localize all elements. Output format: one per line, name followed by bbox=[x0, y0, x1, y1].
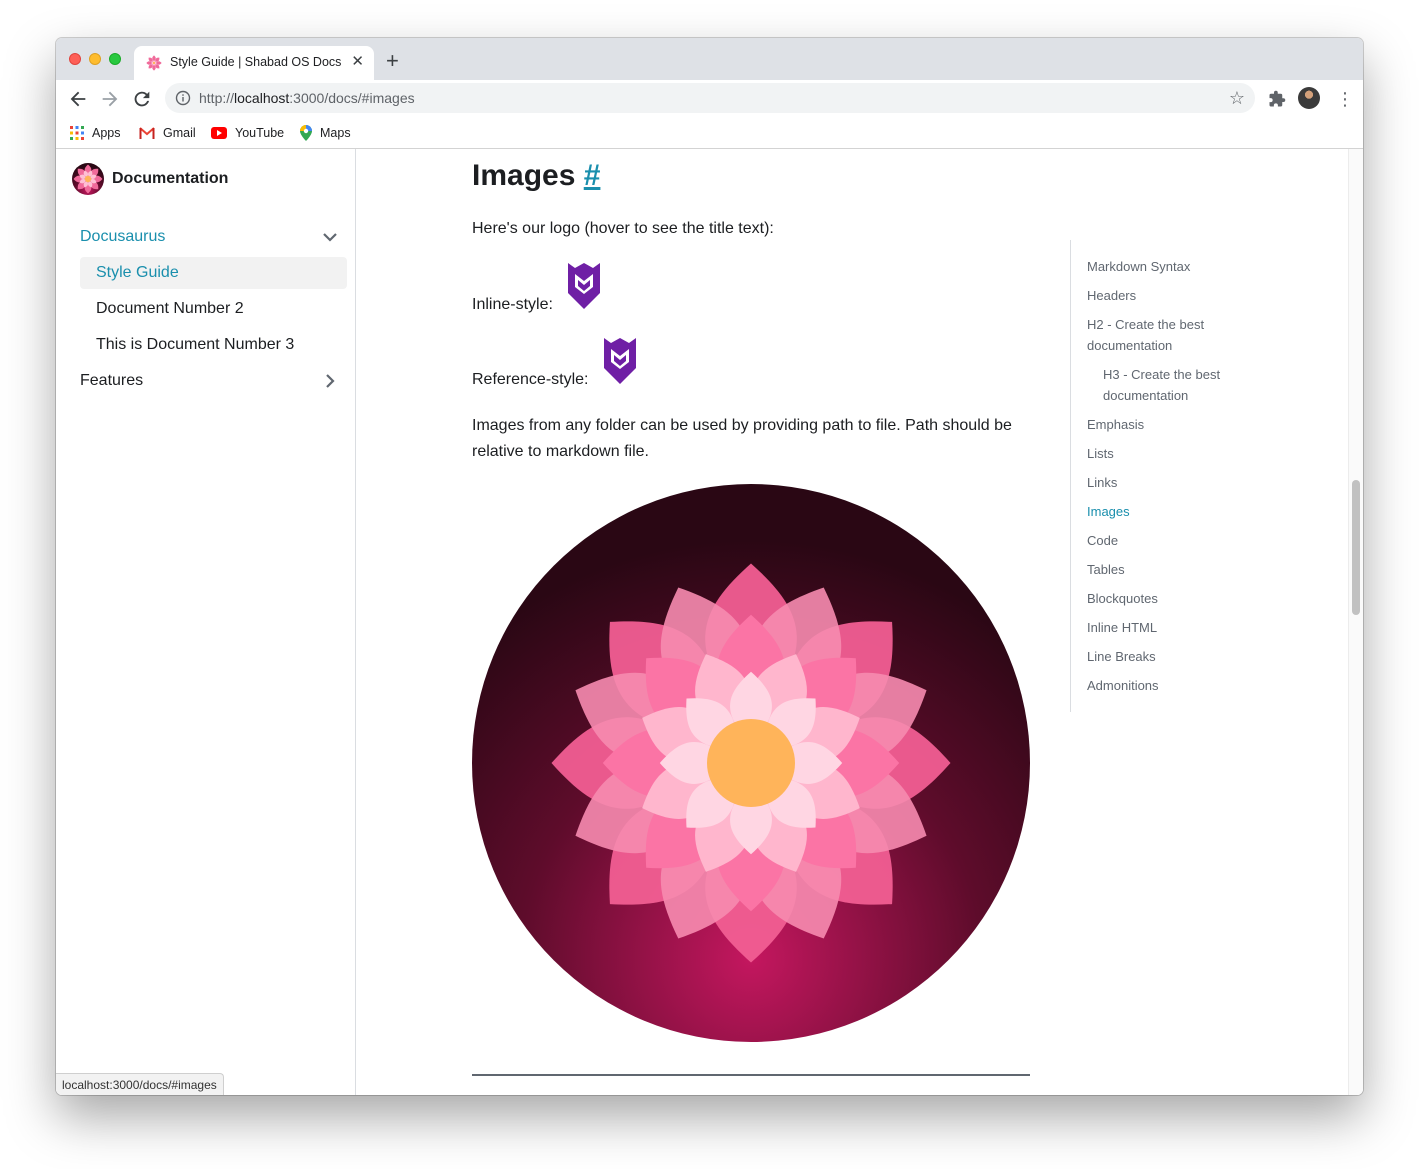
info-icon[interactable] bbox=[175, 90, 191, 106]
shield-logo-icon bbox=[568, 263, 600, 309]
lotus-logo-icon bbox=[72, 163, 104, 195]
sidebar-item-document-3[interactable]: This is Document Number 3 bbox=[80, 329, 347, 361]
toc-link-markdown-syntax[interactable]: Markdown Syntax bbox=[1087, 256, 1267, 277]
docs-page: Documentation Docusaurus Style Guide Doc… bbox=[56, 149, 1363, 1095]
toc-link-tables[interactable]: Tables bbox=[1087, 559, 1267, 580]
bookmark-apps[interactable]: Apps bbox=[70, 124, 121, 142]
toc-link-links[interactable]: Links bbox=[1087, 472, 1267, 493]
toc-link-inline-html[interactable]: Inline HTML bbox=[1087, 617, 1267, 638]
chevron-down-icon bbox=[323, 233, 337, 242]
inline-style-label: Inline-style: bbox=[472, 296, 553, 313]
gmail-icon bbox=[139, 127, 155, 139]
toc-link-emphasis[interactable]: Emphasis bbox=[1087, 414, 1267, 435]
reference-style-label: Reference-style: bbox=[472, 371, 589, 388]
toc-link-headers[interactable]: Headers bbox=[1087, 285, 1267, 306]
bookmark-maps[interactable]: Maps bbox=[300, 124, 351, 142]
bookmark-gmail[interactable]: Gmail bbox=[139, 124, 196, 142]
sidebar-item-style-guide[interactable]: Style Guide bbox=[80, 257, 347, 289]
minimize-window-button[interactable] bbox=[89, 53, 101, 65]
back-arrow-icon[interactable] bbox=[67, 88, 89, 110]
forward-arrow-icon[interactable] bbox=[99, 88, 121, 110]
toc-link-line-breaks[interactable]: Line Breaks bbox=[1087, 646, 1267, 667]
docs-sidebar: Documentation Docusaurus Style Guide Doc… bbox=[56, 149, 356, 1095]
bookmark-youtube[interactable]: YouTube bbox=[211, 124, 284, 142]
link-status-bubble: localhost:3000/docs/#images bbox=[56, 1073, 224, 1095]
toc-link-blockquotes[interactable]: Blockquotes bbox=[1087, 588, 1267, 609]
lotus-favicon-icon bbox=[146, 55, 162, 71]
maps-pin-icon bbox=[300, 125, 312, 141]
extensions-puzzle-icon[interactable] bbox=[1268, 90, 1286, 108]
toc-link-lists[interactable]: Lists bbox=[1087, 443, 1267, 464]
toc-link-h3[interactable]: H3 - Create the best documentation bbox=[1103, 364, 1243, 406]
toc-link-admonitions[interactable]: Admonitions bbox=[1087, 675, 1267, 696]
toc-link-images[interactable]: Images bbox=[1087, 501, 1267, 522]
images-heading: Images # bbox=[472, 159, 601, 192]
tab-title: Style Guide | Shabad OS Docs bbox=[170, 55, 342, 69]
browser-tab-active[interactable]: Style Guide | Shabad OS Docs ✕ bbox=[134, 46, 374, 80]
bookmark-star-icon[interactable]: ☆ bbox=[1229, 88, 1245, 109]
new-tab-button[interactable]: + bbox=[386, 49, 399, 73]
sidebar-category-docusaurus[interactable]: Docusaurus bbox=[80, 223, 340, 251]
bookmarks-bar: Apps Gmail YouTube Maps bbox=[56, 118, 1363, 149]
brand-title: Documentation bbox=[112, 170, 229, 187]
shield-logo-icon bbox=[604, 338, 636, 384]
tab-strip: Style Guide | Shabad OS Docs ✕ + bbox=[56, 38, 1363, 80]
close-window-button[interactable] bbox=[69, 53, 81, 65]
page-scrollbar[interactable] bbox=[1348, 149, 1363, 1095]
heading-anchor-link[interactable]: # bbox=[584, 159, 601, 192]
reload-icon[interactable] bbox=[131, 88, 153, 110]
youtube-icon bbox=[211, 127, 227, 139]
apps-grid-icon bbox=[70, 126, 84, 140]
scrollbar-thumb[interactable] bbox=[1352, 480, 1360, 615]
browser-menu-icon[interactable]: ⋮ bbox=[1336, 88, 1354, 110]
close-tab-icon[interactable]: ✕ bbox=[351, 53, 364, 71]
url-text: http://localhost:3000/docs/#images bbox=[199, 90, 415, 106]
maximize-window-button[interactable] bbox=[109, 53, 121, 65]
toc-link-h2[interactable]: H2 - Create the best documentation bbox=[1087, 314, 1237, 356]
browser-window: Style Guide | Shabad OS Docs ✕ + http://… bbox=[56, 38, 1363, 1095]
sidebar-item-document-2[interactable]: Document Number 2 bbox=[80, 293, 347, 325]
chevron-right-icon bbox=[326, 374, 335, 388]
horizontal-rule bbox=[472, 1074, 1030, 1076]
brand-link[interactable]: Documentation bbox=[72, 163, 228, 195]
table-of-contents: Markdown Syntax Headers H2 - Create the … bbox=[1070, 240, 1271, 712]
images-paragraph: Images from any folder can be used by pr… bbox=[472, 417, 1012, 460]
toc-link-code[interactable]: Code bbox=[1087, 530, 1267, 551]
sidebar-category-features[interactable]: Features bbox=[80, 367, 340, 395]
intro-paragraph: Here's our logo (hover to see the title … bbox=[472, 220, 774, 237]
lotus-logo-image bbox=[472, 484, 1030, 1042]
address-bar[interactable]: http://localhost:3000/docs/#images ☆ bbox=[165, 83, 1255, 113]
browser-toolbar: http://localhost:3000/docs/#images ☆ ⋮ bbox=[56, 80, 1363, 118]
profile-avatar[interactable] bbox=[1298, 87, 1320, 109]
